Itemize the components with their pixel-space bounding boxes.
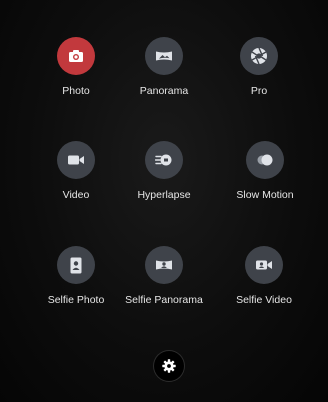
mode-selfie-panorama-button[interactable] — [145, 246, 183, 284]
mode-video-button[interactable] — [57, 141, 95, 179]
selfie-panorama-icon — [156, 260, 172, 270]
mode-pro-label: Pro — [250, 85, 268, 97]
mode-hyperlapse-button[interactable] — [145, 141, 183, 179]
video-camera-icon — [68, 155, 84, 165]
mode-pro-button[interactable] — [240, 37, 278, 75]
mode-selfie-video[interactable]: Selfie Video — [216, 246, 312, 306]
mode-panorama-label: Panorama — [139, 85, 189, 97]
mode-hyperlapse[interactable]: Hyperlapse — [116, 141, 212, 201]
hyperlapse-icon — [155, 154, 172, 166]
mode-selfie-photo[interactable]: Selfie Photo — [28, 246, 124, 306]
selfie-video-icon — [256, 260, 272, 270]
mode-slow-motion-label: Slow Motion — [236, 189, 294, 201]
panorama-icon — [156, 51, 172, 61]
mode-selfie-video-label: Selfie Video — [236, 294, 292, 306]
camera-mode-selector: Photo Panorama Pro Video Hyperlapse Slow… — [0, 0, 328, 402]
selfie-photo-icon — [70, 257, 82, 273]
mode-photo-label: Photo — [62, 85, 90, 97]
mode-selfie-photo-label: Selfie Photo — [47, 294, 105, 306]
mode-photo[interactable]: Photo — [28, 37, 124, 97]
mode-selfie-video-button[interactable] — [245, 246, 283, 284]
gear-icon — [162, 359, 176, 373]
mode-slow-motion[interactable]: Slow Motion — [217, 141, 313, 201]
mode-video[interactable]: Video — [28, 141, 124, 201]
mode-selfie-panorama[interactable]: Selfie Panorama — [116, 246, 212, 306]
aperture-icon — [251, 47, 267, 65]
mode-pro[interactable]: Pro — [211, 37, 307, 97]
slow-motion-icon — [257, 154, 273, 166]
camera-icon — [69, 50, 83, 62]
mode-panorama-button[interactable] — [145, 37, 183, 75]
settings-button[interactable] — [154, 351, 184, 381]
mode-hyperlapse-label: Hyperlapse — [137, 189, 191, 201]
mode-selfie-photo-button[interactable] — [57, 246, 95, 284]
mode-video-label: Video — [62, 189, 90, 201]
mode-slow-motion-button[interactable] — [246, 141, 284, 179]
mode-photo-button[interactable] — [57, 37, 95, 75]
mode-selfie-panorama-label: Selfie Panorama — [125, 294, 203, 306]
mode-panorama[interactable]: Panorama — [116, 37, 212, 97]
